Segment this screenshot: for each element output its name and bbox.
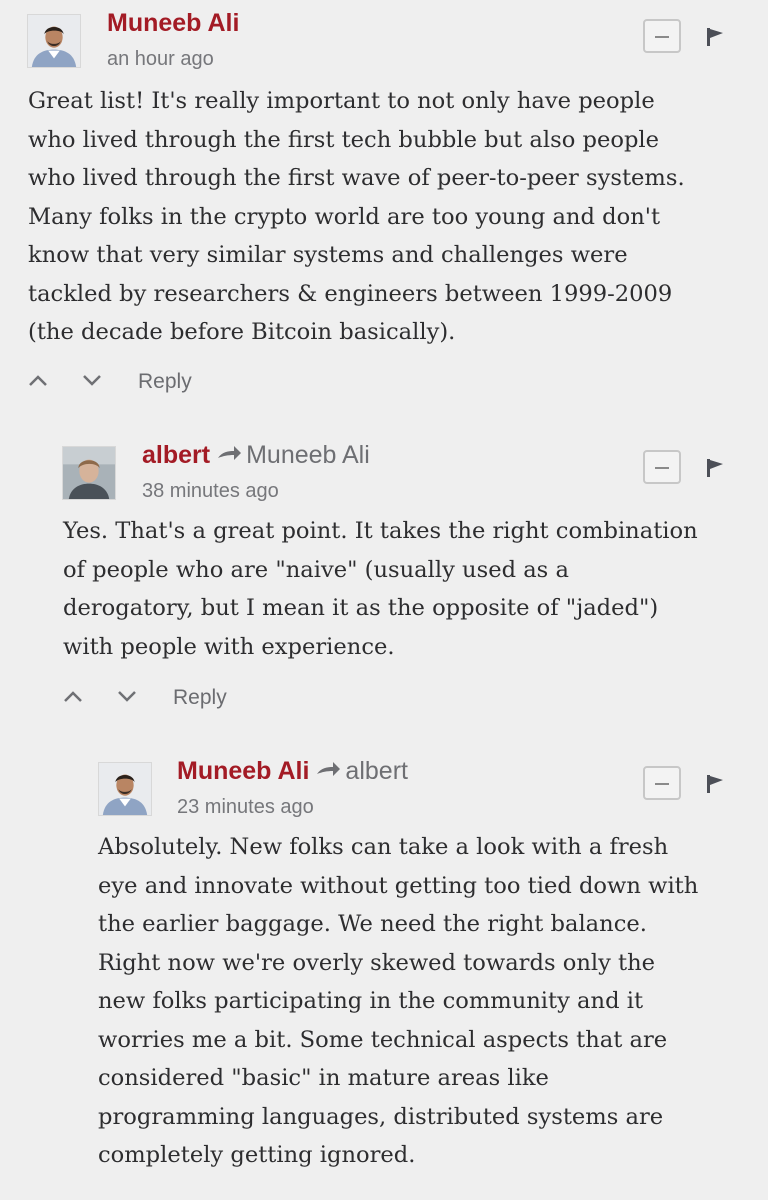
- comment-line: the earlier baggage. We need the right b…: [98, 911, 647, 937]
- comment-line: Absolutely. New folks can take a look wi…: [98, 834, 669, 860]
- reply-arrow-icon: [218, 446, 242, 460]
- collapse-button[interactable]: [643, 19, 681, 53]
- comment-line: tackled by researchers & engineers betwe…: [28, 280, 673, 307]
- comment-line: of people who are "naive" (usually used …: [63, 556, 569, 583]
- comment-line: worries me a bit. Some technical aspects…: [98, 1026, 668, 1053]
- reply-button[interactable]: Reply: [138, 368, 192, 396]
- chevron-up-icon[interactable]: [62, 688, 84, 704]
- reply-target[interactable]: Muneeb Ali: [246, 441, 370, 469]
- comment-line: considered "basic" in mature areas like: [98, 1065, 549, 1091]
- comment-header: Muneeb Ali albert: [177, 756, 408, 786]
- comment-line: (the decade before Bitcoin basically).: [28, 319, 456, 345]
- avatar[interactable]: [27, 14, 81, 68]
- comment-line: Great list! It's really important to not…: [28, 88, 655, 114]
- author-name[interactable]: albert: [142, 441, 210, 469]
- comment-line: who lived through the first wave of peer…: [28, 165, 685, 191]
- comment-actions: Reply: [62, 684, 362, 714]
- comment-line: Yes. That's a great point. It takes the …: [63, 518, 698, 544]
- comment-body: Great list! It's really important to not…: [28, 82, 685, 352]
- comment-line: completely getting ignored.: [98, 1142, 416, 1168]
- comment: albert Muneeb Ali 38 minutes ago Yes. Tha…: [0, 400, 768, 718]
- comment-line: new folks participating in the community…: [98, 988, 644, 1014]
- comment-header: Muneeb Ali: [107, 8, 239, 38]
- collapse-button[interactable]: [643, 450, 681, 484]
- comment-body: Yes. That's a great point. It takes the …: [63, 512, 698, 666]
- avatar[interactable]: [62, 446, 116, 500]
- avatar[interactable]: [98, 762, 152, 816]
- collapse-button[interactable]: [643, 766, 681, 800]
- comment-line: eye and innovate without getting too tie…: [98, 872, 699, 899]
- chevron-down-icon[interactable]: [116, 688, 138, 704]
- comment-header: albert Muneeb Ali: [142, 440, 370, 470]
- timestamp[interactable]: 23 minutes ago: [177, 795, 314, 819]
- reply-arrow-icon: [317, 762, 341, 776]
- comment-line: derogatory, but I mean it as the opposit…: [63, 595, 659, 621]
- timestamp[interactable]: 38 minutes ago: [142, 479, 279, 503]
- comment-line: programming languages, distributed syste…: [98, 1103, 664, 1130]
- comment: Muneeb Ali an hour ago Great list! It's …: [0, 0, 768, 400]
- comment-line: with people with experience.: [63, 633, 395, 660]
- chevron-down-icon[interactable]: [81, 372, 103, 388]
- comment-line: know that very similar systems and chall…: [28, 242, 628, 268]
- comment: Muneeb Ali albert 23 minutes ago Absolute…: [0, 718, 768, 1200]
- flag-icon[interactable]: [707, 775, 723, 793]
- flag-icon[interactable]: [707, 28, 723, 46]
- comment-body: Absolutely. New folks can take a look wi…: [98, 828, 698, 1175]
- comment-line: Right now we're overly skewed towards on…: [98, 949, 656, 976]
- author-name[interactable]: Muneeb Ali: [107, 9, 239, 37]
- reply-button[interactable]: Reply: [173, 684, 227, 712]
- reply-target[interactable]: albert: [345, 757, 408, 785]
- timestamp[interactable]: an hour ago: [107, 47, 214, 71]
- author-name[interactable]: Muneeb Ali: [177, 757, 309, 785]
- comment-line: who lived through the first tech bubble …: [28, 126, 660, 153]
- flag-icon[interactable]: [707, 459, 723, 477]
- comment-actions: Reply: [27, 368, 327, 398]
- comment-line: Many folks in the crypto world are too y…: [28, 203, 661, 230]
- chevron-up-icon[interactable]: [27, 372, 49, 388]
